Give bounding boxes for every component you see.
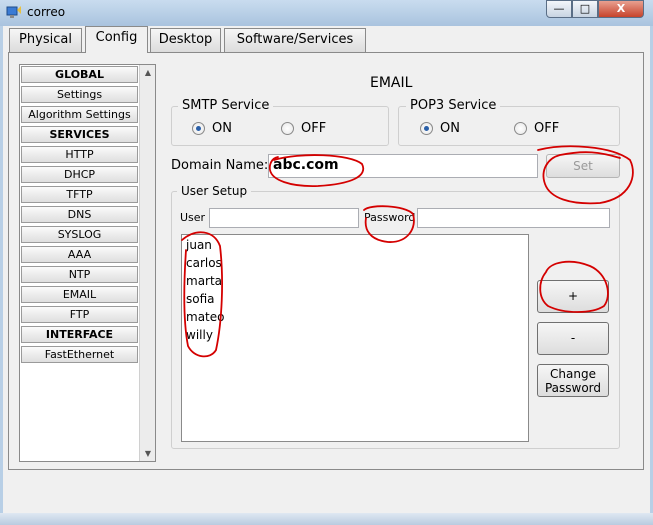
smtp-service-title: SMTP Service xyxy=(178,98,274,113)
smtp-off-radio[interactable] xyxy=(281,122,294,135)
scroll-up-arrow-icon[interactable]: ▲ xyxy=(140,65,156,80)
taskbar xyxy=(0,513,653,525)
close-button[interactable]: X xyxy=(598,0,644,18)
change-password-line2: Password xyxy=(544,381,602,395)
sidebar-item-dhcp[interactable]: DHCP xyxy=(21,166,138,183)
title-bar: correo — □ X xyxy=(0,0,653,26)
smtp-off-label: OFF xyxy=(301,121,327,136)
pop3-on-radio[interactable] xyxy=(420,122,433,135)
add-user-button[interactable]: + xyxy=(537,280,609,313)
pop3-service-title: POP3 Service xyxy=(406,98,501,113)
sidebar-item-tftp[interactable]: TFTP xyxy=(21,186,138,203)
pop3-off-label: OFF xyxy=(534,121,560,136)
domain-name-input[interactable]: abc.com xyxy=(268,154,538,178)
list-item[interactable]: marta xyxy=(186,274,222,288)
pop3-off-radio[interactable] xyxy=(514,122,527,135)
password-input[interactable] xyxy=(417,208,610,228)
sidebar-item-ntp[interactable]: NTP xyxy=(21,266,138,283)
pop3-on-label: ON xyxy=(440,121,460,136)
user-label: User xyxy=(180,211,206,224)
smtp-on-label: ON xyxy=(212,121,232,136)
change-password-line1: Change xyxy=(550,367,596,381)
set-button[interactable]: Set xyxy=(546,154,620,178)
sidebar-item-aaa[interactable]: AAA xyxy=(21,246,138,263)
list-item[interactable]: willy xyxy=(186,328,213,342)
sidebar-scrollbar[interactable]: ▲ ▼ xyxy=(139,65,155,461)
sidebar xyxy=(19,64,156,462)
sidebar-item-http[interactable]: HTTP xyxy=(21,146,138,163)
user-list[interactable]: juan carlos marta sofia mateo willy xyxy=(181,234,529,442)
sidebar-item-email[interactable]: EMAIL xyxy=(21,286,138,303)
window-title: correo xyxy=(27,5,66,19)
password-label: Password xyxy=(364,211,416,224)
user-input[interactable] xyxy=(209,208,359,228)
tab-config[interactable]: Config xyxy=(85,26,148,53)
maximize-button[interactable]: □ xyxy=(572,0,598,18)
sidebar-item-fastethernet[interactable]: FastEthernet xyxy=(21,346,138,363)
scroll-down-arrow-icon[interactable]: ▼ xyxy=(140,446,156,461)
tab-desktop[interactable]: Desktop xyxy=(150,28,221,52)
sidebar-item-dns[interactable]: DNS xyxy=(21,206,138,223)
sidebar-header-interface: INTERFACE xyxy=(21,326,138,343)
sidebar-header-services: SERVICES xyxy=(21,126,138,143)
app-icon xyxy=(6,6,21,18)
list-item[interactable]: sofia xyxy=(186,292,215,306)
tab-software-services[interactable]: Software/Services xyxy=(224,28,366,52)
sidebar-item-syslog[interactable]: SYSLOG xyxy=(21,226,138,243)
domain-name-label: Domain Name: xyxy=(171,158,269,173)
list-item[interactable]: mateo xyxy=(186,310,224,324)
tab-physical[interactable]: Physical xyxy=(9,28,82,52)
sidebar-item-ftp[interactable]: FTP xyxy=(21,306,138,323)
sidebar-item-algorithm-settings[interactable]: Algorithm Settings xyxy=(21,106,138,123)
smtp-on-radio[interactable] xyxy=(192,122,205,135)
minimize-button[interactable]: — xyxy=(546,0,572,18)
page-title: EMAIL xyxy=(370,75,413,91)
remove-user-button[interactable]: - xyxy=(537,322,609,355)
sidebar-item-settings[interactable]: Settings xyxy=(21,86,138,103)
list-item[interactable]: carlos xyxy=(186,256,222,270)
list-item[interactable]: juan xyxy=(186,238,212,252)
sidebar-header-global: GLOBAL xyxy=(21,66,138,83)
change-password-button[interactable]: Change Password xyxy=(537,364,609,397)
user-setup-title: User Setup xyxy=(177,184,252,198)
